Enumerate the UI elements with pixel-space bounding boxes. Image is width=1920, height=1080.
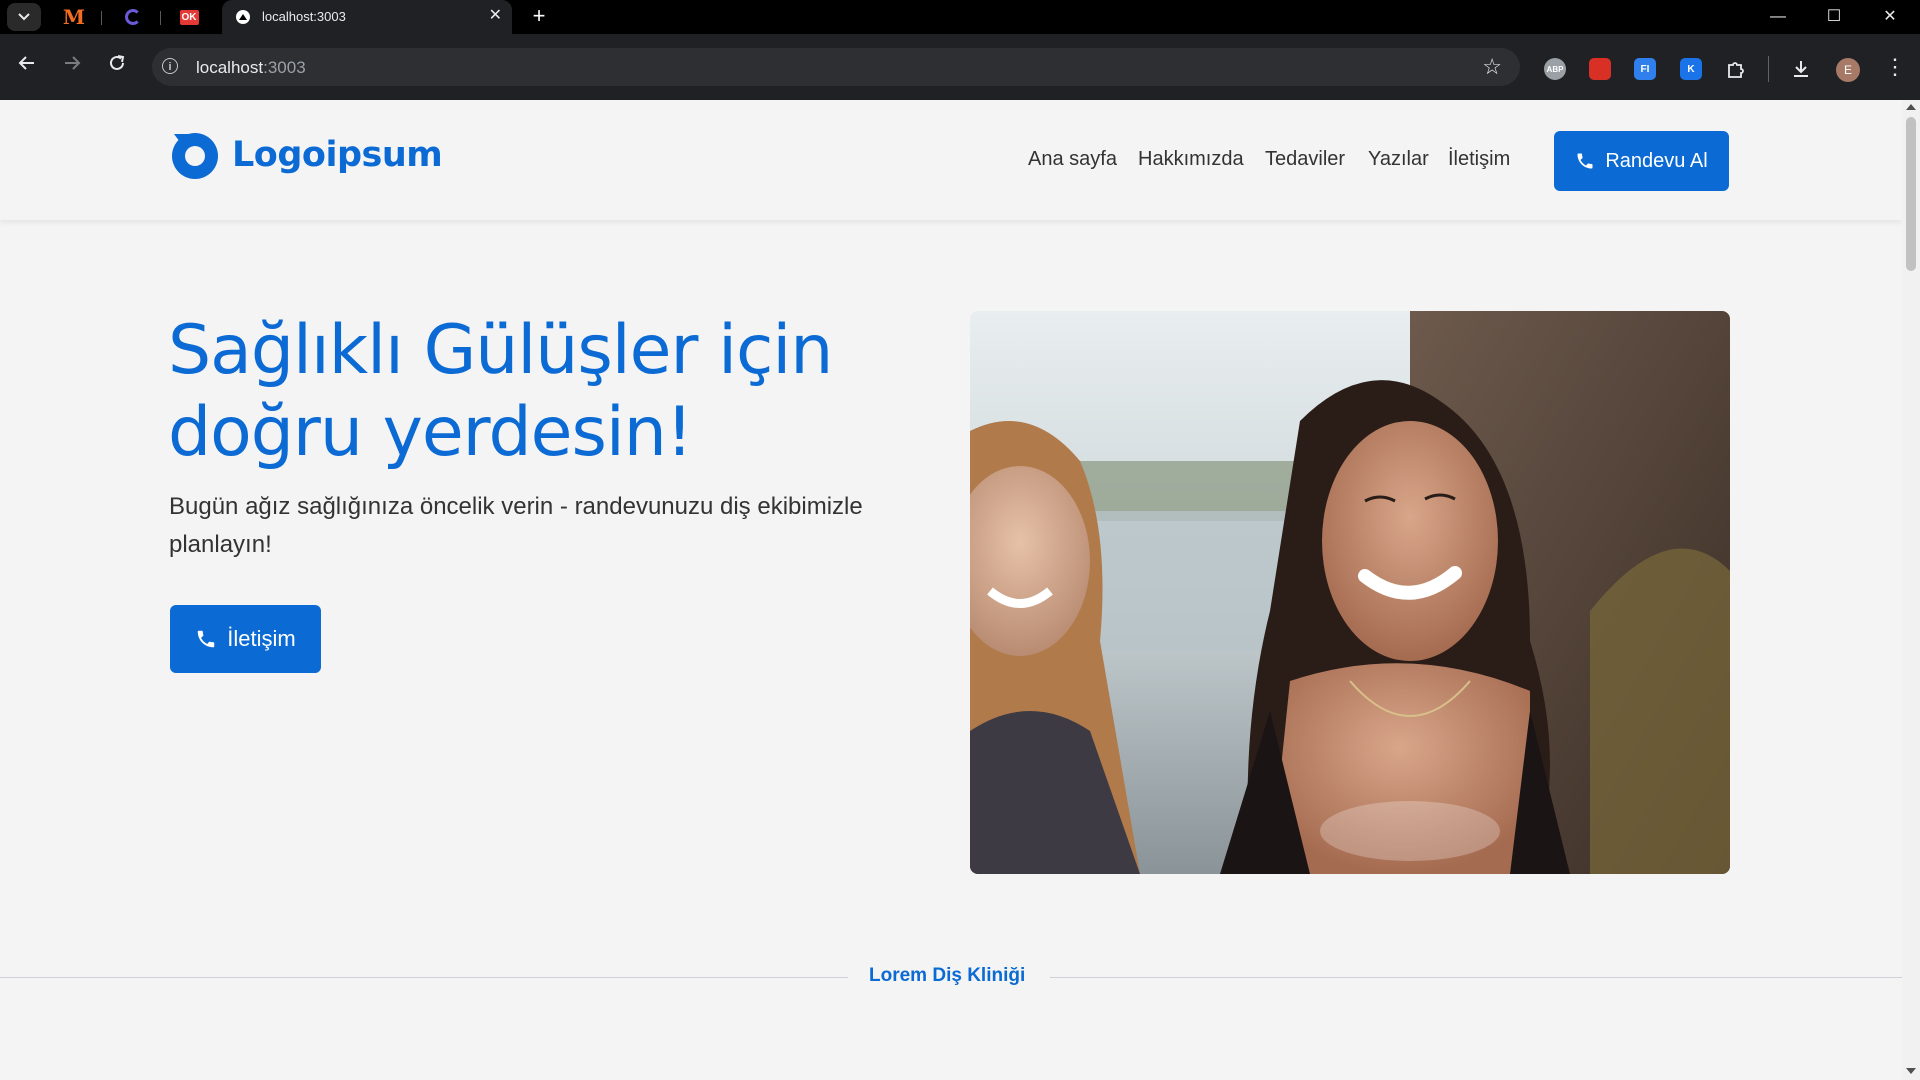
pinned-tab-m[interactable]: M — [61, 5, 87, 29]
contact-button-label: İletişim — [227, 626, 296, 651]
back-button[interactable] — [12, 51, 42, 81]
arrow-right-icon — [65, 56, 81, 70]
hero-image — [970, 311, 1730, 874]
hero-subtitle: Bugün ağız sağlığınıza öncelik verin - r… — [169, 493, 863, 558]
nav-item-posts[interactable]: Yazılar — [1368, 148, 1429, 171]
pinned-tab-c[interactable] — [120, 5, 146, 29]
ok-logo-icon: OK — [179, 9, 199, 25]
address-bar[interactable]: i localhost:3003 ☆ — [152, 48, 1520, 86]
site-logo[interactable]: Logoipsum — [170, 130, 443, 180]
k-extension-icon[interactable]: K — [1680, 58, 1702, 80]
more-menu-icon[interactable]: ⋮ — [1884, 54, 1906, 80]
scroll-up-arrow-icon[interactable] — [1906, 104, 1916, 110]
red-extension-icon[interactable] — [1589, 58, 1611, 80]
arrow-left-icon — [18, 56, 34, 70]
close-tab-icon[interactable]: ✕ — [489, 7, 502, 25]
chevron-down-icon — [18, 13, 30, 21]
appointment-button[interactable]: Randevu Al — [1554, 131, 1729, 191]
tab-search-button[interactable] — [7, 3, 41, 31]
nav-item-treatments[interactable]: Tedaviler — [1265, 148, 1345, 171]
reload-button[interactable] — [102, 51, 132, 81]
fi-extension-icon[interactable]: FI — [1634, 58, 1656, 80]
tab-separator — [101, 11, 102, 25]
forward-button[interactable] — [57, 51, 87, 81]
reload-icon — [110, 55, 125, 70]
hero-title: Sağlıklı Gülüşler için doğru yerdesin! — [168, 311, 833, 472]
divider-line-left — [0, 977, 848, 978]
url-text[interactable]: localhost:3003 — [196, 58, 306, 78]
nav-item-contact[interactable]: İletişim — [1448, 148, 1510, 171]
scrollbar-thumb[interactable] — [1906, 117, 1916, 271]
m-logo-icon: M — [62, 5, 86, 29]
tab-separator — [160, 11, 161, 25]
site-header: Logoipsum Ana sayfa Hakkımızda Tedaviler… — [0, 100, 1902, 220]
nav-item-home[interactable]: Ana sayfa — [1028, 148, 1117, 171]
c-logo-icon — [125, 9, 141, 25]
tab-title: localhost:3003 — [262, 9, 346, 24]
page-viewport: Logoipsum Ana sayfa Hakkımızda Tedaviler… — [0, 100, 1902, 1080]
browser-toolbar: i localhost:3003 ☆ ABP FI K E ⋮ — [0, 34, 1920, 100]
appointment-button-label: Randevu Al — [1605, 149, 1708, 172]
smiling-women-photo — [970, 311, 1730, 874]
triangle-favicon-icon — [236, 10, 250, 24]
minimize-button[interactable]: — — [1756, 4, 1800, 30]
profile-avatar[interactable]: E — [1836, 58, 1860, 82]
download-icon[interactable] — [1790, 58, 1812, 80]
contact-button[interactable]: İletişim — [170, 605, 321, 673]
browser-tab-bar: M OK localhost:3003 ✕ + — ☐ ✕ — [0, 0, 1920, 34]
active-tab[interactable]: localhost:3003 ✕ — [222, 0, 512, 34]
phone-icon — [198, 630, 215, 648]
info-icon[interactable]: i — [162, 58, 178, 74]
pinned-tab-ok[interactable]: OK — [176, 5, 202, 29]
bookmark-star-icon[interactable]: ☆ — [1482, 54, 1502, 80]
abp-extension-icon[interactable]: ABP — [1544, 58, 1566, 80]
scroll-down-arrow-icon[interactable] — [1906, 1068, 1916, 1074]
section-divider: Lorem Diş Kliniği — [0, 965, 1902, 986]
maximize-button[interactable]: ☐ — [1812, 4, 1856, 30]
divider-line-right — [1050, 977, 1902, 978]
logo-text: Logoipsum — [232, 135, 443, 175]
section-label: Lorem Diş Kliniği — [869, 965, 1026, 986]
toolbar-separator — [1768, 56, 1769, 82]
logo-mark-icon — [172, 133, 218, 179]
nav-item-about[interactable]: Hakkımızda — [1138, 148, 1244, 171]
new-tab-button[interactable]: + — [526, 4, 552, 30]
extensions-puzzle-icon[interactable] — [1725, 58, 1747, 80]
close-window-button[interactable]: ✕ — [1868, 4, 1912, 30]
page-scrollbar[interactable] — [1902, 100, 1920, 1080]
phone-icon — [1577, 153, 1593, 169]
